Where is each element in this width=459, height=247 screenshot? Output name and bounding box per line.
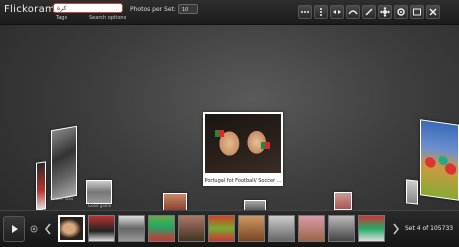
close-icon (429, 8, 437, 16)
photo-caption: Good game (88, 203, 112, 208)
tags-label[interactable]: Tags (56, 15, 67, 21)
thumbnail[interactable] (208, 215, 235, 242)
flag-paint (215, 130, 224, 137)
thumbnail[interactable] (358, 215, 385, 242)
play-button[interactable] (3, 216, 25, 242)
close-button[interactable] (426, 5, 440, 19)
thumbnail[interactable] (178, 215, 205, 242)
featured-photo-caption: Portugal fot Football/ Soccer ... (204, 178, 282, 184)
photo-card[interactable] (36, 161, 46, 211)
top-toolbar: Flickorama Tags Search options Photos pe… (0, 0, 459, 25)
flower-button[interactable] (378, 5, 392, 19)
photo-image (421, 120, 458, 200)
photos-per-set-value: 10 (182, 7, 189, 13)
photo-caption: Soccer fans (50, 196, 74, 201)
thumbnail[interactable] (298, 215, 325, 242)
record-icon[interactable] (30, 225, 38, 233)
thumbnail[interactable] (148, 215, 175, 242)
flag-paint (261, 142, 270, 149)
more-icon (301, 11, 309, 13)
search-options-link[interactable]: Search options (89, 15, 126, 21)
search-input[interactable] (53, 3, 123, 13)
previous-set-button[interactable] (44, 221, 52, 237)
thumbnail[interactable] (268, 215, 295, 242)
thumbnail[interactable] (58, 215, 85, 242)
photo-card[interactable] (51, 125, 77, 201)
thumbnail[interactable] (238, 215, 265, 242)
photo-card[interactable] (406, 179, 418, 205)
play-icon (12, 225, 18, 233)
set-counter: Set 4 of 105733 (405, 225, 454, 232)
wand-icon (365, 8, 373, 16)
menu-icon (320, 8, 322, 16)
photo-card[interactable] (86, 180, 112, 204)
photo-image (164, 194, 186, 210)
thumbnail[interactable] (88, 215, 115, 242)
photo-image (407, 180, 417, 204)
photo-image (87, 181, 111, 203)
thumbnail[interactable] (328, 215, 355, 242)
next-set-button[interactable] (392, 221, 400, 237)
thumbnail[interactable] (118, 215, 145, 242)
spread-icon (333, 10, 341, 14)
fullscreen-icon (413, 8, 421, 16)
fullscreen-button[interactable] (410, 5, 424, 19)
more-button[interactable] (298, 5, 312, 19)
photo-image (52, 126, 76, 200)
chevron-left-icon (45, 223, 51, 235)
arch-icon (348, 10, 358, 15)
photo-card[interactable] (334, 192, 352, 210)
photos-per-set-label: Photos per Set: (130, 6, 176, 13)
filmstrip: Set 4 of 105733 (0, 210, 459, 247)
chevron-right-icon (393, 223, 399, 235)
featured-photo[interactable]: Portugal fot Football/ Soccer ... (203, 112, 283, 186)
menu-button[interactable] (314, 5, 328, 19)
settings-button[interactable] (394, 5, 408, 19)
spread-view-button[interactable] (330, 5, 344, 19)
flower-icon (380, 7, 390, 17)
featured-photo-image (205, 114, 281, 173)
wand-button[interactable] (362, 5, 376, 19)
photo-image (37, 162, 45, 210)
photo-card[interactable] (420, 119, 459, 201)
photo-card[interactable] (163, 193, 187, 211)
photo-image (335, 193, 351, 209)
gear-icon (397, 8, 405, 16)
photos-per-set-select[interactable]: 10 (178, 4, 198, 14)
arch-view-button[interactable] (346, 5, 360, 19)
